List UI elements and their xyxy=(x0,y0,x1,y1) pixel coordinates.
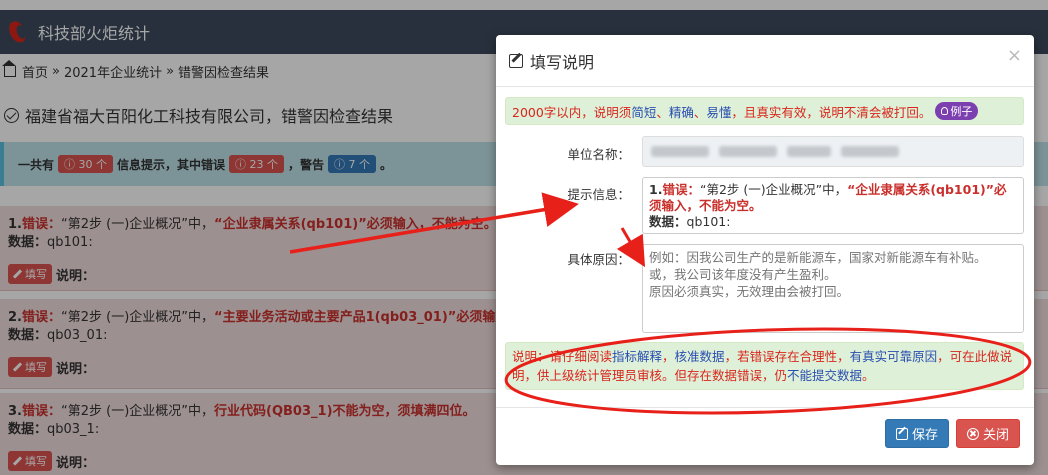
modal-footer: 保存 关闭 xyxy=(496,407,1034,465)
reason-textarea[interactable] xyxy=(642,244,1024,333)
unit-name-label: 单位名称： xyxy=(567,147,630,162)
modal-title: 填写说明 xyxy=(530,52,595,72)
close-icon[interactable]: × xyxy=(1007,45,1022,66)
example-button[interactable]: 例子 xyxy=(935,102,979,120)
note-banner: 说明：请仔细阅读指标解释，核准数据，若错误存在合理性，有真实可靠原因，可在此做说… xyxy=(505,342,1024,390)
hint-info-label: 提示信息： xyxy=(567,187,630,202)
edit-icon xyxy=(509,53,523,68)
reason-label: 具体原因： xyxy=(567,252,630,267)
modal-header: 填写说明 × xyxy=(496,35,1034,87)
close-circle-icon xyxy=(966,427,979,440)
edit-icon xyxy=(895,427,908,440)
close-button[interactable]: 关闭 xyxy=(956,419,1020,448)
hint-info-box: 1.错误：“第2步 (一)企业概况”中，“企业隶属关系(qb101)”必须输入，… xyxy=(642,177,1024,234)
save-button[interactable]: 保存 xyxy=(885,419,949,448)
tip-banner: 2000字以内，说明须 简短、精确、易懂 ，且真实有效，说明不清会被打回。 例子 xyxy=(505,97,1024,125)
fill-explanation-modal: 填写说明 × 2000字以内，说明须 简短、精确、易懂 ，且真实有效，说明不清会被打… xyxy=(496,35,1034,465)
lightbulb-icon xyxy=(941,107,949,115)
unit-name-field xyxy=(642,136,1024,167)
